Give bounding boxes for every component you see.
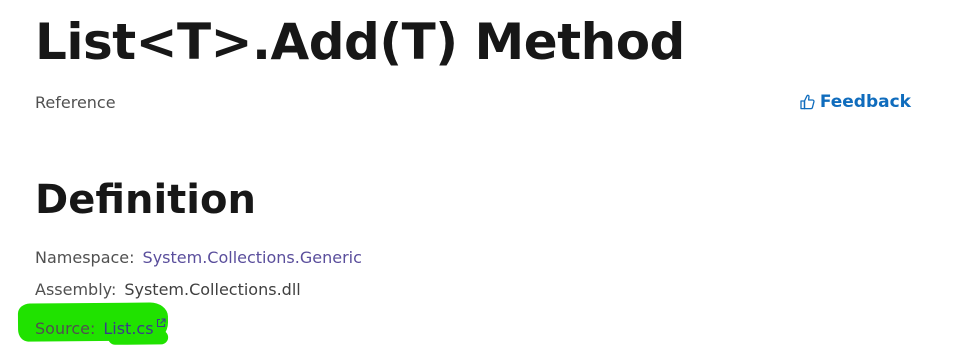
source-label: Source:: [35, 319, 96, 339]
assembly-value: System.Collections.dll: [124, 280, 301, 299]
source-link[interactable]: List.cs: [103, 318, 166, 339]
feedback-label: Feedback: [819, 92, 911, 112]
namespace-row: Namespace: System.Collections.Generic: [35, 248, 362, 268]
source-link-label: List.cs: [103, 319, 154, 339]
source-row: Source: List.cs: [35, 313, 166, 339]
external-link-icon: [156, 313, 166, 333]
assembly-row: Assembly: System.Collections.dll: [35, 280, 301, 300]
namespace-link[interactable]: System.Collections.Generic: [143, 248, 362, 267]
namespace-label: Namespace:: [35, 248, 135, 267]
page: List<T>.Add(T) Method Reference Feedback…: [0, 0, 968, 350]
feedback-button[interactable]: Feedback: [800, 90, 911, 114]
definition-heading: Definition: [35, 177, 256, 223]
topic-type-label: Reference: [35, 93, 116, 112]
assembly-label: Assembly:: [35, 280, 117, 299]
page-title: List<T>.Add(T) Method: [35, 13, 685, 71]
thumbs-up-icon: [800, 94, 815, 110]
